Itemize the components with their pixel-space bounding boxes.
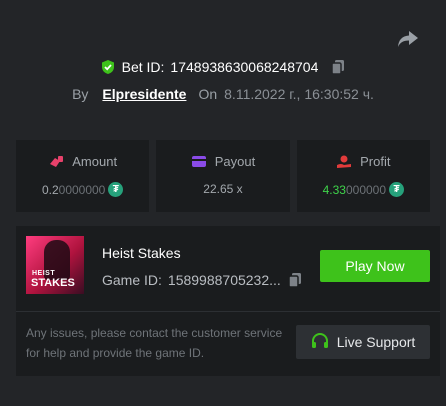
bet-id-value: 1748938630068248704 bbox=[170, 59, 319, 75]
play-now-button[interactable]: Play Now bbox=[320, 250, 430, 282]
bet-stats: Amount 0.20000000 ₮ Payout 22.65 x Profi… bbox=[16, 140, 430, 212]
game-card: HEIST STAKES Heist Stakes Game ID: 15899… bbox=[16, 226, 440, 376]
headset-icon bbox=[311, 333, 328, 348]
payout-label: Payout bbox=[214, 154, 256, 169]
live-support-label: Live Support bbox=[336, 334, 416, 350]
stat-payout: Payout 22.65 x bbox=[156, 140, 290, 212]
support-message: Any issues, please contact the customer … bbox=[26, 326, 283, 360]
copy-icon[interactable] bbox=[330, 59, 346, 75]
live-support-button[interactable]: Live Support bbox=[296, 325, 430, 359]
game-id-row: Game ID: 1589988705232... bbox=[102, 272, 303, 288]
tether-icon: ₮ bbox=[108, 182, 124, 197]
card-icon bbox=[191, 156, 206, 167]
divider bbox=[16, 311, 440, 312]
bet-timestamp: 8.11.2022 г., 16:30:52 ч. bbox=[224, 86, 374, 102]
bet-meta-row: By Elpresidente On 8.11.2022 г., 16:30:5… bbox=[0, 86, 446, 102]
amount-label: Amount bbox=[72, 154, 118, 169]
stat-profit: Profit 4.33000000 ₮ bbox=[296, 140, 430, 212]
stat-amount: Amount 0.20000000 ₮ bbox=[16, 140, 150, 212]
game-thumbnail[interactable]: HEIST STAKES bbox=[26, 236, 84, 294]
bet-id-row: Bet ID: 1748938630068248704 bbox=[0, 59, 446, 75]
on-label: On bbox=[198, 86, 218, 102]
profit-value-dim: 000000 bbox=[345, 182, 387, 197]
tether-icon: ₮ bbox=[389, 182, 405, 197]
game-id-value: 1589988705232... bbox=[167, 272, 281, 288]
game-title: Heist Stakes bbox=[102, 245, 181, 261]
bet-id-label: Bet ID: bbox=[121, 59, 165, 75]
payout-value: 22.65 x bbox=[203, 182, 243, 196]
amount-value-dim: 0000000 bbox=[58, 182, 106, 197]
thumb-line1: HEIST bbox=[32, 270, 56, 277]
share-icon[interactable] bbox=[396, 28, 420, 50]
username-link[interactable]: Elpresidente bbox=[102, 86, 186, 102]
profit-label: Profit bbox=[360, 154, 391, 169]
by-label: By bbox=[72, 86, 89, 102]
money-hand-icon bbox=[50, 155, 64, 167]
amount-value: 0.2 bbox=[41, 182, 59, 197]
coin-hand-icon bbox=[337, 155, 352, 168]
thumb-line2: STAKES bbox=[31, 277, 75, 289]
copy-icon[interactable] bbox=[287, 272, 303, 288]
verified-shield-icon bbox=[101, 60, 114, 74]
game-id-label: Game ID: bbox=[102, 272, 162, 288]
profit-value: 4.33 bbox=[322, 182, 346, 197]
